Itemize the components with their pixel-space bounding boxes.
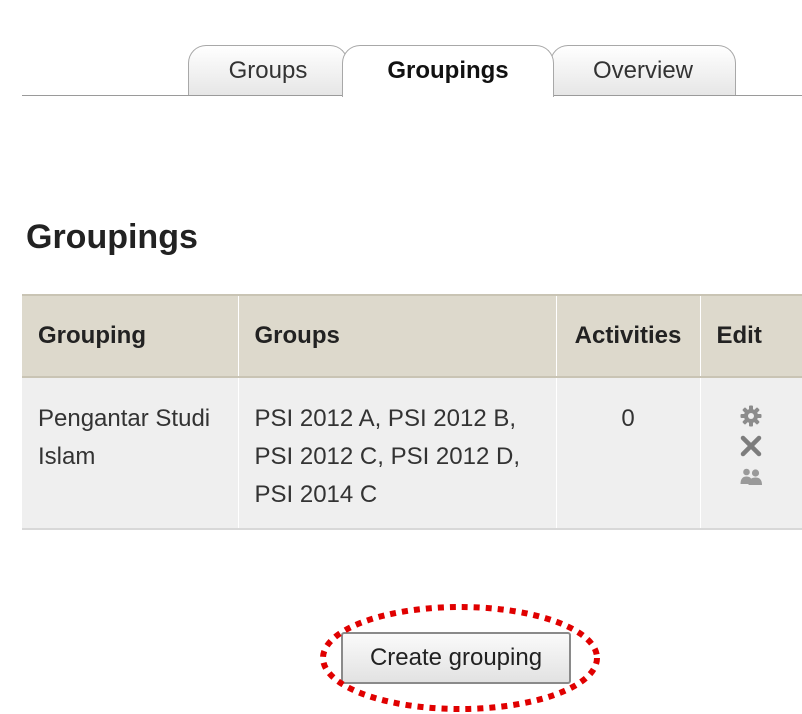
create-grouping-button[interactable]: Create grouping <box>341 632 571 684</box>
users-icon[interactable] <box>739 462 763 486</box>
table-row: Pengantar Studi Islam PSI 2012 A, PSI 20… <box>22 377 802 530</box>
page-title: Groupings <box>26 218 198 256</box>
groups-cell: PSI 2012 A, PSI 2012 B, PSI 2012 C, PSI … <box>237 377 556 530</box>
table-header-row: Grouping Groups Activities Edit <box>22 294 802 378</box>
close-icon[interactable] <box>739 432 763 457</box>
column-header-grouping: Grouping <box>22 294 238 378</box>
groupings-table: Grouping Groups Activities Edit Penganta… <box>22 294 802 530</box>
column-header-edit: Edit <box>699 294 802 378</box>
tab-groups[interactable]: Groups <box>188 45 348 95</box>
tab-overview[interactable]: Overview <box>550 45 736 95</box>
column-header-activities: Activities <box>555 294 700 378</box>
tab-groupings[interactable]: Groupings <box>342 45 554 97</box>
gear-icon[interactable] <box>739 402 763 427</box>
column-header-groups: Groups <box>237 294 556 378</box>
tab-bar: Groups Overview Groupings <box>0 0 802 98</box>
activities-count-cell: 0 <box>555 377 700 530</box>
edit-actions-cell <box>699 377 802 530</box>
grouping-name-cell: Pengantar Studi Islam <box>22 377 238 530</box>
